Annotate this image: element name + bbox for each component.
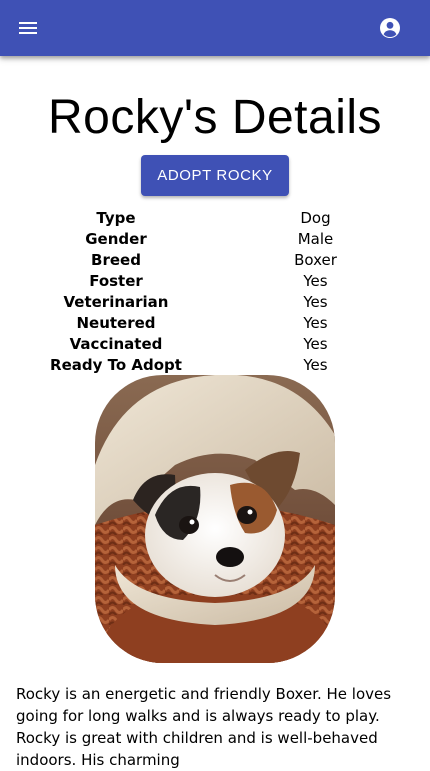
- account-circle-icon: [380, 18, 400, 38]
- detail-value: Yes: [303, 314, 328, 332]
- detail-row-neutered: Neutered Yes: [0, 313, 430, 334]
- pet-photo: [95, 375, 335, 663]
- detail-label: Vaccinated: [69, 335, 163, 353]
- detail-row-foster: Foster Yes: [0, 271, 430, 292]
- page-title: Rocky's Details: [47, 91, 383, 144]
- detail-value: Dog: [300, 209, 331, 227]
- pet-description: Rocky is an energetic and friendly Boxer…: [16, 685, 392, 769]
- detail-value: Yes: [303, 356, 328, 374]
- detail-row-gender: Gender Male: [0, 229, 430, 250]
- detail-label: Neutered: [76, 314, 156, 332]
- detail-label: Ready To Adopt: [50, 356, 182, 374]
- detail-value: Yes: [303, 272, 328, 290]
- detail-row-breed: Breed Boxer: [0, 250, 430, 271]
- menu-icon: [19, 22, 37, 34]
- pet-details-table: Type Dog Gender Male Breed Boxer Foster …: [0, 208, 430, 376]
- detail-row-vaccinated: Vaccinated Yes: [0, 334, 430, 355]
- detail-label: Breed: [91, 251, 141, 269]
- detail-value: Yes: [303, 335, 328, 353]
- puppy-in-basket-image: [95, 375, 335, 663]
- detail-row-ready-to-adopt: Ready To Adopt Yes: [0, 355, 430, 376]
- detail-row-type: Type Dog: [0, 208, 430, 229]
- detail-label: Foster: [89, 272, 143, 290]
- detail-value: Male: [297, 230, 334, 248]
- adopt-button[interactable]: ADOPT ROCKY: [141, 155, 289, 196]
- detail-value: Boxer: [294, 251, 337, 269]
- detail-label: Gender: [85, 230, 147, 248]
- app-bar: [0, 0, 430, 56]
- menu-button[interactable]: [8, 8, 48, 48]
- detail-label: Veterinarian: [63, 293, 169, 311]
- account-button[interactable]: [370, 8, 410, 48]
- detail-value: Yes: [303, 293, 328, 311]
- detail-row-veterinarian: Veterinarian Yes: [0, 292, 430, 313]
- detail-label: Type: [96, 209, 136, 227]
